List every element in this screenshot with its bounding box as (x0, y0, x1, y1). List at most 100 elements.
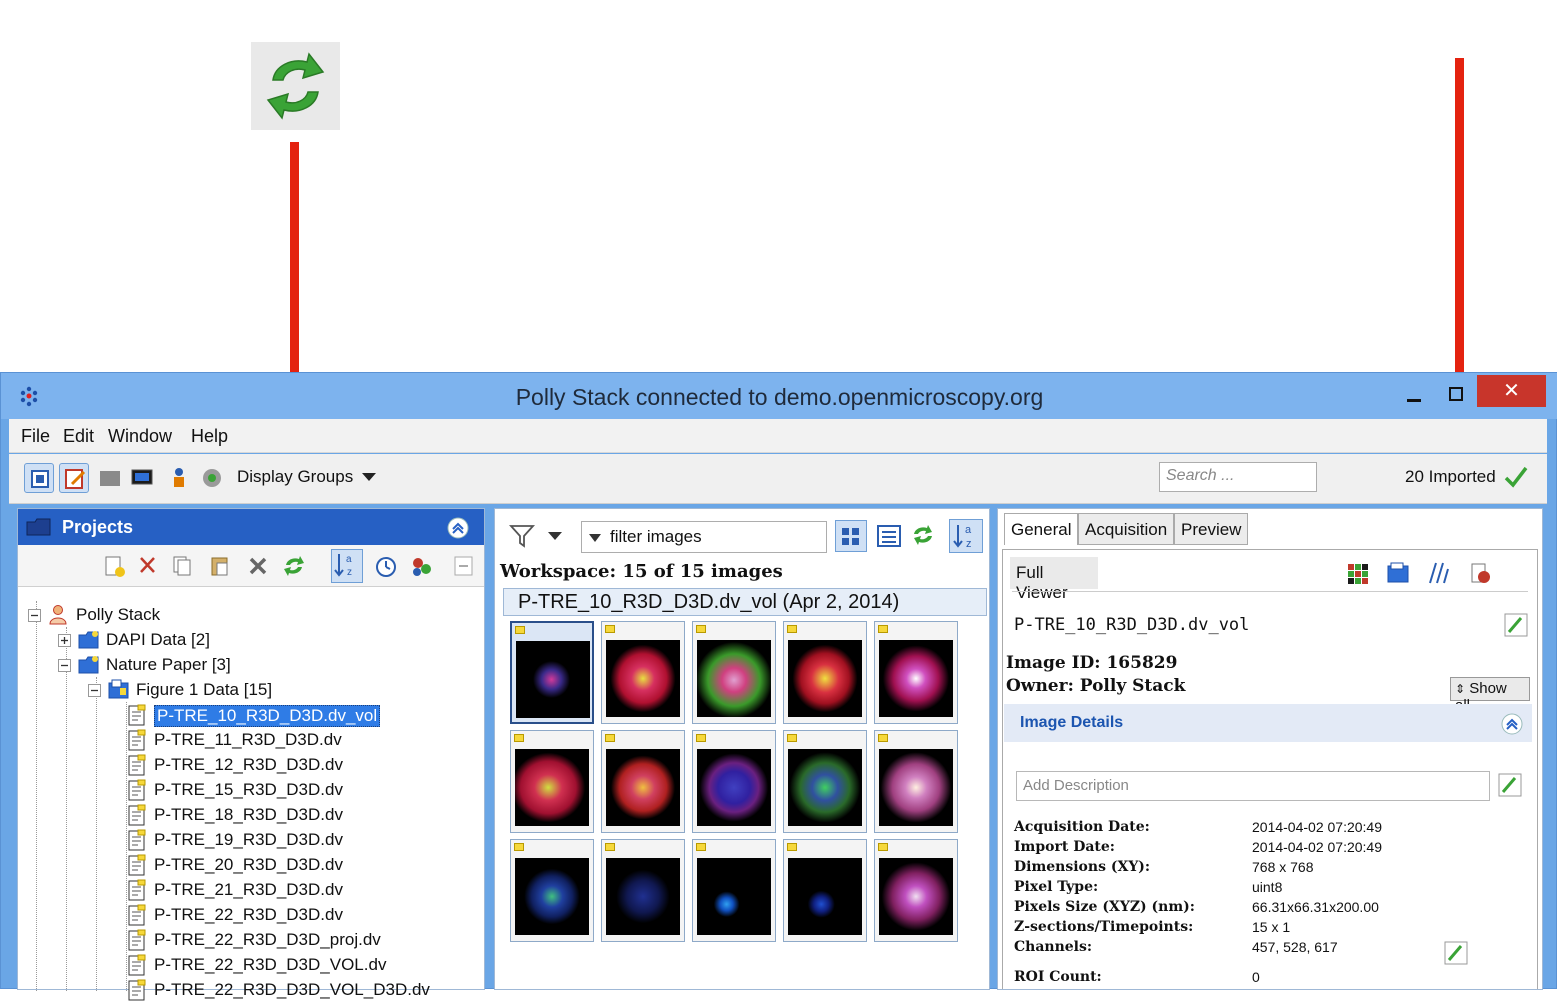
users-icon (174, 468, 184, 487)
collapse-all-icon[interactable] (452, 553, 476, 579)
svg-text:z: z (966, 538, 972, 550)
image-thumbnail[interactable] (692, 730, 776, 833)
edit-channels-icon[interactable] (1444, 941, 1468, 965)
tree-item[interactable]: P-TRE_18_R3D_D3D.dv (118, 803, 478, 828)
chevron-down-icon[interactable] (547, 531, 563, 541)
image-thumbnail[interactable] (874, 730, 958, 833)
tree-item[interactable]: P-TRE_15_R3D_D3D.dv (118, 778, 478, 803)
filter-icon[interactable] (509, 523, 537, 549)
tree-item[interactable]: P-TRE_11_R3D_D3D.dv (118, 728, 478, 753)
tree-item[interactable]: P-TRE_20_R3D_D3D.dv (118, 853, 478, 878)
tree-item-label: P-TRE_22_R3D_D3D_VOL.dv (154, 955, 387, 974)
new-item-icon[interactable] (102, 554, 126, 578)
thumbnail-view-button[interactable] (835, 520, 867, 552)
image-thumbnail[interactable] (510, 621, 594, 724)
image-thumbnail[interactable] (601, 730, 685, 833)
tree-item[interactable]: P-TRE_22_R3D_D3D_VOL.dv (118, 953, 478, 978)
tree-view-button[interactable] (24, 463, 54, 493)
chevron-down-icon[interactable] (361, 471, 377, 483)
collapse-node-icon[interactable] (88, 684, 101, 697)
tree-item-label: P-TRE_18_R3D_D3D.dv (154, 805, 343, 824)
sort-button[interactable]: az (949, 519, 983, 553)
tree-item[interactable]: DAPI Data [2] (58, 628, 478, 653)
expand-node-icon[interactable] (58, 634, 71, 647)
projects-header[interactable]: Projects (18, 509, 484, 545)
image-thumbnail[interactable] (692, 839, 776, 942)
tree-item[interactable]: Nature Paper [3] (58, 653, 478, 678)
tree-item[interactable]: Figure 1 Data [15] (88, 678, 478, 703)
list-view-icon[interactable] (875, 522, 903, 550)
tree-item[interactable]: P-TRE_10_R3D_D3D.dv_vol (118, 703, 478, 728)
download-icon[interactable] (1468, 561, 1492, 585)
image-thumbnail[interactable] (874, 621, 958, 724)
collapse-icon[interactable] (1500, 712, 1524, 736)
detail-key: Pixels Size (XYZ) (nm): (1014, 899, 1195, 915)
tree-item[interactable]: P-TRE_22_R3D_D3D_proj.dv (118, 928, 478, 953)
tree-item[interactable]: P-TRE_22_R3D_D3D_VOL_D3D.dv (118, 978, 478, 1003)
open-in-viewer-icon[interactable] (1386, 561, 1412, 585)
svg-text:a: a (965, 524, 972, 536)
delete-icon[interactable] (246, 554, 270, 578)
image-thumbnail[interactable] (692, 621, 776, 724)
image-thumbnail[interactable] (783, 730, 867, 833)
menu-file[interactable]: File (21, 426, 50, 447)
show-all-button[interactable]: ⇕ Show all (1450, 677, 1530, 714)
refresh-icon[interactable] (909, 521, 937, 549)
tree-item[interactable]: P-TRE_19_R3D_D3D.dv (118, 828, 478, 853)
tree-item[interactable]: P-TRE_22_R3D_D3D.dv (118, 903, 478, 928)
image-thumbnail[interactable] (510, 730, 594, 833)
channels-grid-icon[interactable] (1346, 561, 1370, 585)
collapse-icon[interactable] (446, 516, 470, 540)
maximize-button[interactable] (1441, 381, 1473, 409)
close-button[interactable]: ✕ (1477, 375, 1546, 407)
image-thumbnail[interactable] (783, 621, 867, 724)
image-file-icon (128, 804, 146, 826)
tree-item[interactable]: P-TRE_21_R3D_D3D.dv (118, 878, 478, 903)
refresh-icon[interactable] (281, 553, 307, 579)
tab-acquisition[interactable]: Acquisition (1078, 513, 1175, 545)
image-thumbnail[interactable] (874, 839, 958, 942)
image-thumbnail[interactable] (783, 839, 867, 942)
image-thumbnail[interactable] (510, 839, 594, 942)
collapse-node-icon[interactable] (28, 609, 41, 622)
users-button[interactable] (164, 463, 194, 493)
measurement-icon[interactable] (1426, 561, 1450, 585)
copy-icon[interactable] (170, 554, 194, 578)
editor-button[interactable] (59, 463, 89, 493)
search-input[interactable]: Search ... (1159, 462, 1317, 492)
import-status-label[interactable]: 20 Imported (1405, 467, 1496, 487)
tag-icon (515, 626, 525, 634)
timer-icon[interactable] (373, 553, 399, 579)
grid-button[interactable] (95, 463, 125, 493)
monitor-button[interactable] (127, 463, 157, 493)
edit-name-icon[interactable] (1504, 613, 1528, 637)
tree-item[interactable]: Polly Stack (28, 603, 478, 628)
thumbnail-image (606, 640, 680, 717)
menu-edit[interactable]: Edit (63, 426, 94, 447)
divider (1012, 591, 1528, 592)
dataset-title-bar[interactable]: P-TRE_10_R3D_D3D.dv_vol (Apr 2, 2014) (503, 588, 987, 616)
cut-icon[interactable] (136, 554, 160, 578)
image-details-header[interactable]: Image Details (1004, 704, 1532, 742)
minimize-button[interactable] (1399, 381, 1431, 409)
tab-general[interactable]: General (1004, 513, 1079, 545)
tab-preview[interactable]: Preview (1174, 513, 1249, 545)
filter-images-input[interactable]: filter images (581, 521, 827, 553)
collapse-node-icon[interactable] (58, 659, 71, 672)
image-thumbnail[interactable] (601, 621, 685, 724)
full-viewer-button[interactable]: Full Viewer (1010, 557, 1098, 602)
display-groups-label[interactable]: Display Groups (237, 467, 353, 487)
groups-button[interactable] (197, 463, 227, 493)
detail-key: Z-sections/Timepoints: (1014, 919, 1194, 935)
sort-button[interactable]: az (331, 549, 363, 583)
tag-users-icon[interactable] (408, 553, 434, 579)
description-input[interactable]: Add Description (1016, 771, 1490, 801)
tree-item-label: P-TRE_19_R3D_D3D.dv (154, 830, 343, 849)
image-file-icon (128, 954, 146, 976)
menu-help[interactable]: Help (191, 426, 228, 447)
tree-item[interactable]: P-TRE_12_R3D_D3D.dv (118, 753, 478, 778)
edit-description-icon[interactable] (1498, 773, 1522, 797)
image-thumbnail[interactable] (601, 839, 685, 942)
menu-window[interactable]: Window (108, 426, 172, 447)
paste-icon[interactable] (208, 554, 232, 578)
